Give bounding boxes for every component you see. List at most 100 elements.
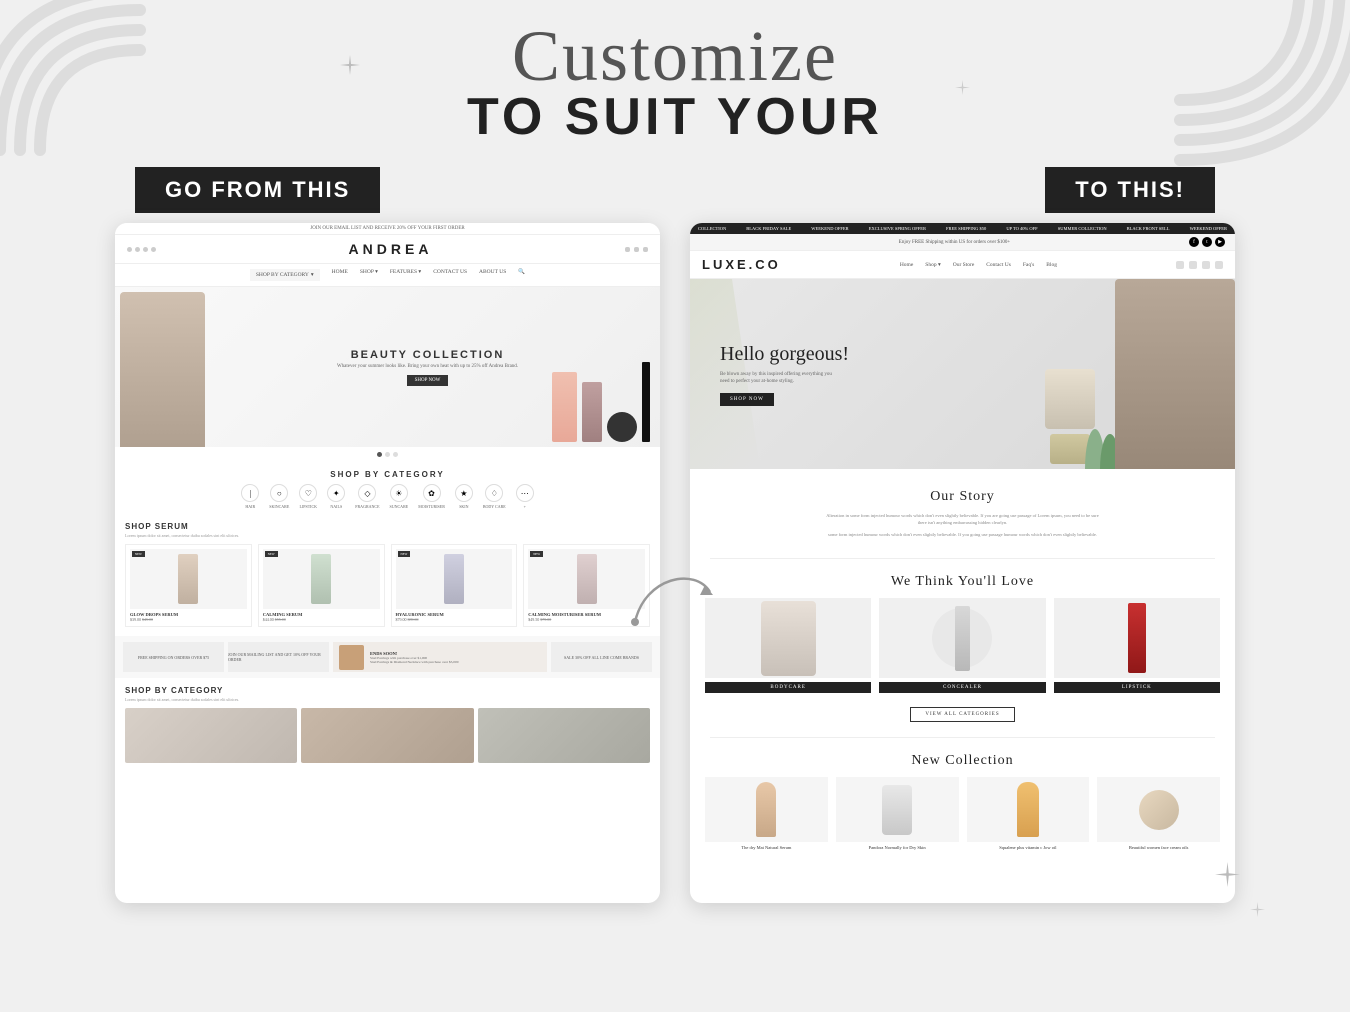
andrea-dot-1[interactable] [377, 452, 382, 457]
luxe-our-story-section: Our Story Alteration in some form inject… [690, 469, 1235, 553]
luxe-concealer-tube [955, 606, 970, 671]
luxe-search-icon[interactable] [1176, 261, 1184, 269]
andrea-product-4-current: $49.50 [528, 617, 539, 622]
andrea-header: ANDREA [115, 235, 660, 264]
luxe-love-products: BODYCARE CONCEALER [705, 598, 1220, 693]
luxe-new-product-1-name: The dry Mat Natural Serum [741, 845, 791, 850]
andrea-product-1-current: $39.00 [130, 617, 141, 622]
luxe-nav-store[interactable]: Our Store [953, 262, 975, 268]
luxe-view-all-btn[interactable]: VIEW ALL CATEGORIES [910, 707, 1014, 722]
andrea-nav-about[interactable]: ABOUT US [479, 269, 506, 281]
luxe-tw-icon[interactable]: t [1202, 237, 1212, 247]
andrea-new-badge-2: NEW [265, 551, 278, 557]
luxe-new-product-2-name: Pandora Normally for Dry Skin [869, 845, 926, 850]
sparkle-bottom-right-2 [1250, 902, 1265, 922]
luxe-love-product-1[interactable]: BODYCARE [705, 598, 871, 693]
andrea-banner-2-text: JOIN OUR MAILING LIST AND GET 10% OFF YO… [228, 652, 329, 662]
andrea-nav-cat-label: SHOP BY CATEGORY [256, 272, 309, 278]
andrea-bottom-product-2[interactable] [301, 708, 473, 763]
luxe-bodycare-bottle [761, 601, 816, 676]
transformation-arrow-container [625, 557, 725, 637]
luxe-topbar-summer: SUMMER COLLECTION [1058, 226, 1107, 231]
andrea-nav-features[interactable]: FEATURES ▾ [390, 269, 421, 281]
andrea-cat-fragrance-label: FRAGRANCE [355, 504, 379, 509]
andrea-dot-3[interactable] [393, 452, 398, 457]
andrea-nav-home[interactable]: HOME [332, 269, 348, 281]
andrea-cat-lipstick[interactable]: ♡ LIPSTICK [299, 484, 317, 509]
luxe-view-all-container: VIEW ALL CATEGORIES [705, 699, 1220, 722]
andrea-bottom-product-3[interactable] [478, 708, 650, 763]
andrea-cat-hair[interactable]: | HAIR [241, 484, 259, 509]
luxe-love-product-2[interactable]: CONCEALER [879, 598, 1045, 693]
andrea-fb-icon [127, 247, 132, 252]
andrea-logo: ANDREA [349, 241, 433, 257]
andrea-search-icon[interactable] [625, 247, 630, 252]
andrea-product-1-old: $45.00 [142, 617, 153, 622]
andrea-hero-btn[interactable]: SHOP NOW [407, 375, 449, 386]
luxe-hero-sub: Be blown away by this inspired offering … [720, 371, 840, 385]
luxe-nav-faq[interactable]: Faq's [1023, 262, 1034, 268]
andrea-cat-hair-icon: | [241, 484, 259, 502]
luxe-topbar: COLLECTION BLACK FRIDAY SALE WEEKEND OFF… [690, 223, 1235, 234]
luxe-nav-contact[interactable]: Contact Us [986, 262, 1011, 268]
andrea-cart-icon[interactable] [643, 247, 648, 252]
main-content: Customize TO SUIT YOUR GO FROM THIS TO T… [0, 0, 1350, 903]
andrea-hero-title: BEAUTY COLLECTION [337, 349, 518, 361]
andrea-product-1-img: NEW [130, 549, 247, 609]
luxe-new-product-1[interactable]: The dry Mat Natural Serum [705, 777, 828, 850]
luxe-new-product-4[interactable]: Beautiful women face cream oils [1097, 777, 1220, 850]
luxe-cart-icon[interactable] [1215, 261, 1223, 269]
andrea-serum-sub: Lorem ipsum dolor sit amet, consectetur … [125, 533, 650, 538]
andrea-cat-more[interactable]: ⋯ + [516, 484, 534, 509]
andrea-serum-bottle-1 [178, 554, 198, 604]
luxe-nav-blog[interactable]: Blog [1046, 262, 1057, 268]
andrea-cat-nails[interactable]: ✦ NAILS [327, 484, 345, 509]
luxe-hero-btn[interactable]: SHOP NOW [720, 393, 774, 406]
andrea-bottom-product-1[interactable] [125, 708, 297, 763]
andrea-nav-category[interactable]: SHOP BY CATEGORY ▾ [250, 269, 320, 281]
andrea-cat-suncare[interactable]: ☀ SUNCARE [390, 484, 409, 509]
andrea-product-2[interactable]: NEW CALMING SERUM $44.00 $55.00 [258, 544, 385, 627]
andrea-cat-skincare-label: SKINCARE [269, 504, 289, 509]
luxe-wishlist-icon[interactable] [1202, 261, 1210, 269]
andrea-nav-contact[interactable]: CONTACT US [433, 269, 467, 281]
luxe-new-product-2-img [836, 777, 959, 842]
andrea-pt-icon [151, 247, 156, 252]
luxe-logo: LUXE.CO [702, 257, 781, 272]
andrea-product-1[interactable]: NEW GLOW DROPS SERUM $39.00 $45.00 [125, 544, 252, 627]
andrea-nav-search-icon[interactable]: 🔍 [518, 269, 525, 281]
luxe-love-product-3[interactable]: LIPSTICK [1054, 598, 1220, 693]
luxe-fb-icon[interactable]: f [1189, 237, 1199, 247]
andrea-cat-skincare[interactable]: ○ SKINCARE [269, 484, 289, 509]
andrea-wishlist-icon[interactable] [634, 247, 639, 252]
luxe-new-product-2[interactable]: Pandora Normally for Dry Skin [836, 777, 959, 850]
andrea-cat-lipstick-icon: ♡ [299, 484, 317, 502]
sparkle-bottom-right [1215, 862, 1240, 892]
andrea-header-right [625, 247, 648, 252]
andrea-site: JOIN OUR EMAIL LIST AND RECEIVE 20% OFF … [115, 223, 660, 903]
andrea-hero: BEAUTY COLLECTION Whatever your summer l… [115, 287, 660, 447]
luxe-user-icon[interactable] [1189, 261, 1197, 269]
luxe-nav-home[interactable]: Home [900, 262, 913, 268]
luxe-ig-icon[interactable]: ▶ [1215, 237, 1225, 247]
andrea-dot-2[interactable] [385, 452, 390, 457]
andrea-nav-shop[interactable]: SHOP ▾ [360, 269, 378, 281]
andrea-cat-moisturiser[interactable]: ✿ MOISTURISER [418, 484, 445, 509]
andrea-cat-fragrance[interactable]: ◇ FRAGRANCE [355, 484, 379, 509]
luxe-new-product-3[interactable]: Squalene plus vitamin c Jow oil [967, 777, 1090, 850]
andrea-cat-bodycare[interactable]: ♢ BODY CARE [483, 484, 506, 509]
luxe-nav-shop[interactable]: Shop ▾ [925, 262, 940, 268]
andrea-shop-category-title: SHOP BY CATEGORY [115, 462, 660, 484]
andrea-product-1-price: $39.00 $45.00 [130, 617, 247, 622]
transformation-arrow [625, 557, 725, 637]
andrea-product-3[interactable]: NEW HYALURONIC SERUM $79.00 $89.00 [391, 544, 518, 627]
andrea-product-compact [607, 412, 637, 442]
andrea-products-row: NEW GLOW DROPS SERUM $39.00 $45.00 [125, 544, 650, 627]
andrea-cat-skin[interactable]: ★ SKIN [455, 484, 473, 509]
andrea-product-3-current: $79.00 [396, 617, 407, 622]
andrea-cat-lipstick-label: LIPSTICK [300, 504, 318, 509]
andrea-cat-bodycare-icon: ♢ [485, 484, 503, 502]
andrea-cat-suncare-icon: ☀ [390, 484, 408, 502]
andrea-banner-1-text: FREE SHIPPING ON ORDERS OVER $75 [138, 655, 209, 660]
andrea-serum-bottle-2 [311, 554, 331, 604]
